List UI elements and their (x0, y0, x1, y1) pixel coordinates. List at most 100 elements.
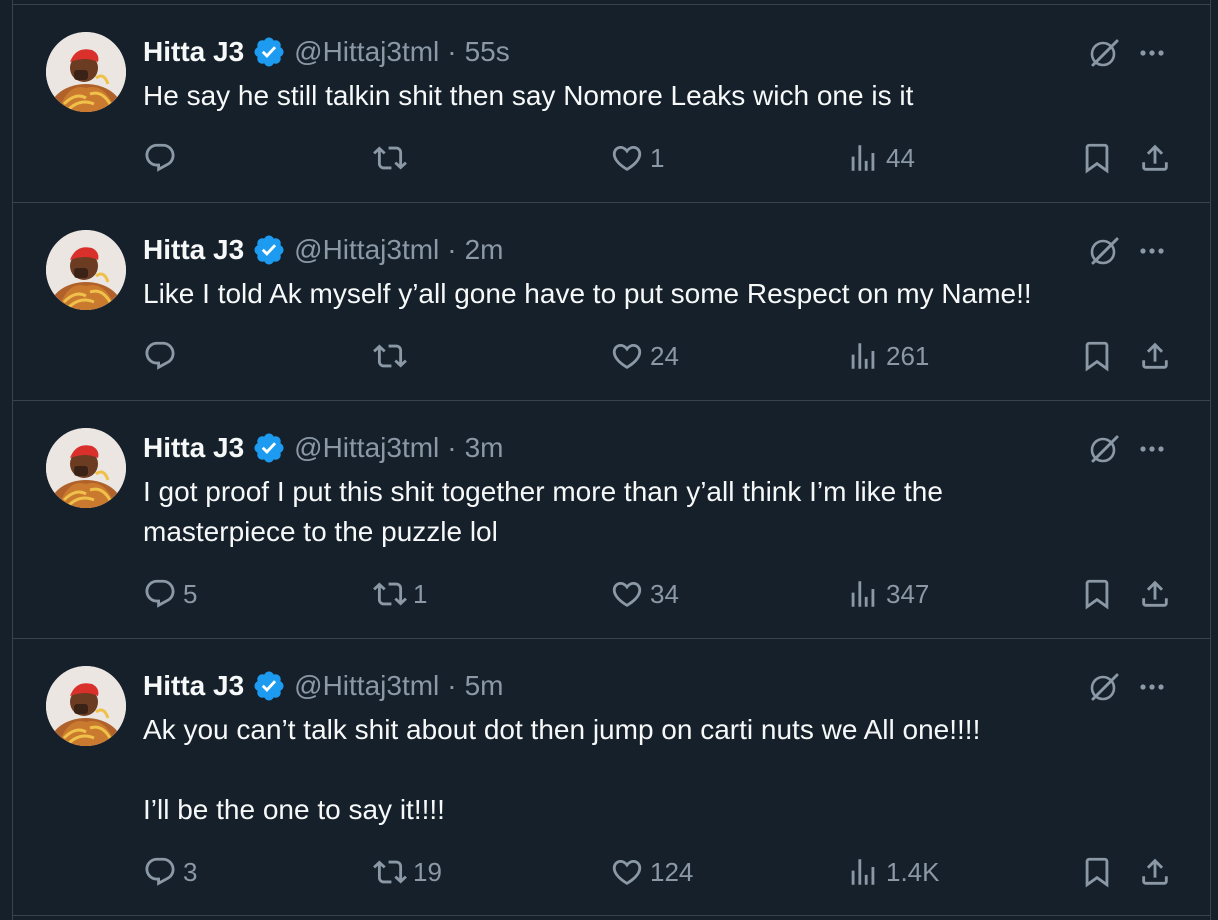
views-button[interactable]: 44 (846, 138, 915, 178)
more-dots-icon[interactable] (1134, 669, 1170, 705)
verified-badge-icon[interactable] (252, 35, 286, 69)
bookmark-button[interactable] (1080, 138, 1114, 178)
tweet-text: He say he still talkin shit then say Nom… (143, 80, 914, 111)
repost-arrows-icon (373, 860, 407, 884)
bookmark-button[interactable] (1080, 336, 1114, 376)
speech-bubble-icon (145, 143, 175, 172)
speech-bubble-icon (145, 857, 175, 886)
tweet[interactable]: Hitta J3 @Hittaj3tml · 55s He say he sti… (13, 4, 1210, 202)
like-button[interactable]: 24 (610, 336, 679, 376)
views-button[interactable]: 1.4K (846, 852, 940, 892)
bar-chart-icon (851, 343, 875, 369)
timestamp[interactable]: 3m (465, 432, 504, 464)
display-name[interactable]: Hitta J3 (143, 670, 244, 702)
more-dots-icon[interactable] (1134, 431, 1170, 467)
bar-chart-icon (851, 145, 875, 171)
tweet-header: Hitta J3 @Hittaj3tml · 3m (143, 428, 504, 468)
avatar[interactable] (46, 32, 126, 112)
repost-button[interactable] (373, 336, 413, 376)
bookmark-icon (1085, 857, 1109, 888)
like-button[interactable]: 34 (610, 574, 679, 614)
views-count: 1.4K (886, 856, 940, 887)
avatar[interactable] (46, 230, 126, 310)
timestamp[interactable]: 5m (465, 670, 504, 702)
share-button[interactable] (1138, 336, 1172, 376)
timeline-feed: Hitta J3 @Hittaj3tml · 55s He say he sti… (12, 0, 1211, 920)
repost-count: 1 (413, 578, 428, 609)
more-dots-icon[interactable] (1134, 233, 1170, 269)
verified-badge-icon[interactable] (252, 669, 286, 703)
share-button[interactable] (1138, 852, 1172, 892)
tweet[interactable]: Hitta J3 @Hittaj3tml · 3m I got proof I … (13, 400, 1210, 638)
bar-chart-icon (851, 859, 875, 885)
reply-button[interactable]: 3 (143, 852, 197, 892)
reply-count: 3 (183, 856, 198, 887)
timestamp[interactable]: 2m (465, 234, 504, 266)
bookmark-button[interactable] (1080, 574, 1114, 614)
share-button[interactable] (1138, 574, 1172, 614)
grok-slash-icon[interactable] (1086, 233, 1122, 269)
bookmark-icon (1085, 341, 1109, 372)
share-button[interactable] (1138, 138, 1172, 178)
like-count: 124 (650, 856, 694, 887)
repost-button[interactable]: 1 (373, 574, 427, 614)
display-name[interactable]: Hitta J3 (143, 36, 244, 68)
tweet-text: Ak you can’t talk shit about dot then ju… (143, 714, 981, 825)
share-icon (1142, 342, 1168, 369)
tweet-header: Hitta J3 @Hittaj3tml · 55s (143, 32, 510, 72)
speech-bubble-icon (145, 579, 175, 608)
action-bar: 5 1 34 347 (143, 574, 1183, 614)
views-button[interactable]: 347 (846, 574, 929, 614)
like-count: 34 (650, 578, 679, 609)
repost-button[interactable]: 19 (373, 852, 442, 892)
tweet-text: Like I told Ak myself y’all gone have to… (143, 278, 1032, 309)
heart-icon (612, 145, 642, 171)
verified-badge-icon[interactable] (252, 233, 286, 267)
views-count: 261 (886, 340, 930, 371)
avatar[interactable] (46, 666, 126, 746)
speech-bubble-icon (145, 341, 175, 370)
grok-slash-icon[interactable] (1086, 669, 1122, 705)
display-name[interactable]: Hitta J3 (143, 234, 244, 266)
user-handle[interactable]: @Hittaj3tml (294, 234, 439, 266)
views-button[interactable]: 261 (846, 336, 929, 376)
like-button[interactable]: 124 (610, 852, 693, 892)
separator-dot: · (447, 234, 457, 265)
reply-button[interactable] (143, 336, 183, 376)
views-count: 347 (886, 578, 930, 609)
repost-arrows-icon (373, 582, 407, 606)
bookmark-icon (1085, 143, 1109, 174)
timestamp[interactable]: 55s (465, 36, 510, 68)
heart-icon (612, 859, 642, 885)
heart-icon (612, 581, 642, 607)
share-icon (1142, 858, 1168, 885)
more-dots-icon[interactable] (1134, 35, 1170, 71)
user-handle[interactable]: @Hittaj3tml (294, 670, 439, 702)
like-count: 24 (650, 340, 679, 371)
action-bar: 3 19 124 1.4K (143, 852, 1183, 892)
user-handle[interactable]: @Hittaj3tml (294, 432, 439, 464)
share-icon (1142, 144, 1168, 171)
action-bar: 1 44 (143, 138, 1183, 178)
like-count: 1 (650, 142, 665, 173)
verified-badge-icon[interactable] (252, 431, 286, 465)
tweet[interactable]: Hitta J3 @Hittaj3tml · 5m Ak you can’t t… (13, 638, 1210, 916)
grok-slash-icon[interactable] (1086, 431, 1122, 467)
reply-count: 5 (183, 578, 198, 609)
bookmark-button[interactable] (1080, 852, 1114, 892)
tweet-text: I got proof I put this shit together mor… (143, 476, 943, 547)
display-name[interactable]: Hitta J3 (143, 432, 244, 464)
reply-button[interactable] (143, 138, 183, 178)
repost-button[interactable] (373, 138, 413, 178)
reply-button[interactable]: 5 (143, 574, 197, 614)
like-button[interactable]: 1 (610, 138, 664, 178)
bookmark-icon (1085, 579, 1109, 610)
share-icon (1142, 580, 1168, 607)
separator-dot: · (447, 670, 457, 701)
grok-slash-icon[interactable] (1086, 35, 1122, 71)
user-handle[interactable]: @Hittaj3tml (294, 36, 439, 68)
avatar[interactable] (46, 428, 126, 508)
repost-arrows-icon (373, 146, 407, 170)
tweet[interactable]: Hitta J3 @Hittaj3tml · 2m Like I told Ak… (13, 202, 1210, 400)
action-bar: 24 261 (143, 336, 1183, 376)
